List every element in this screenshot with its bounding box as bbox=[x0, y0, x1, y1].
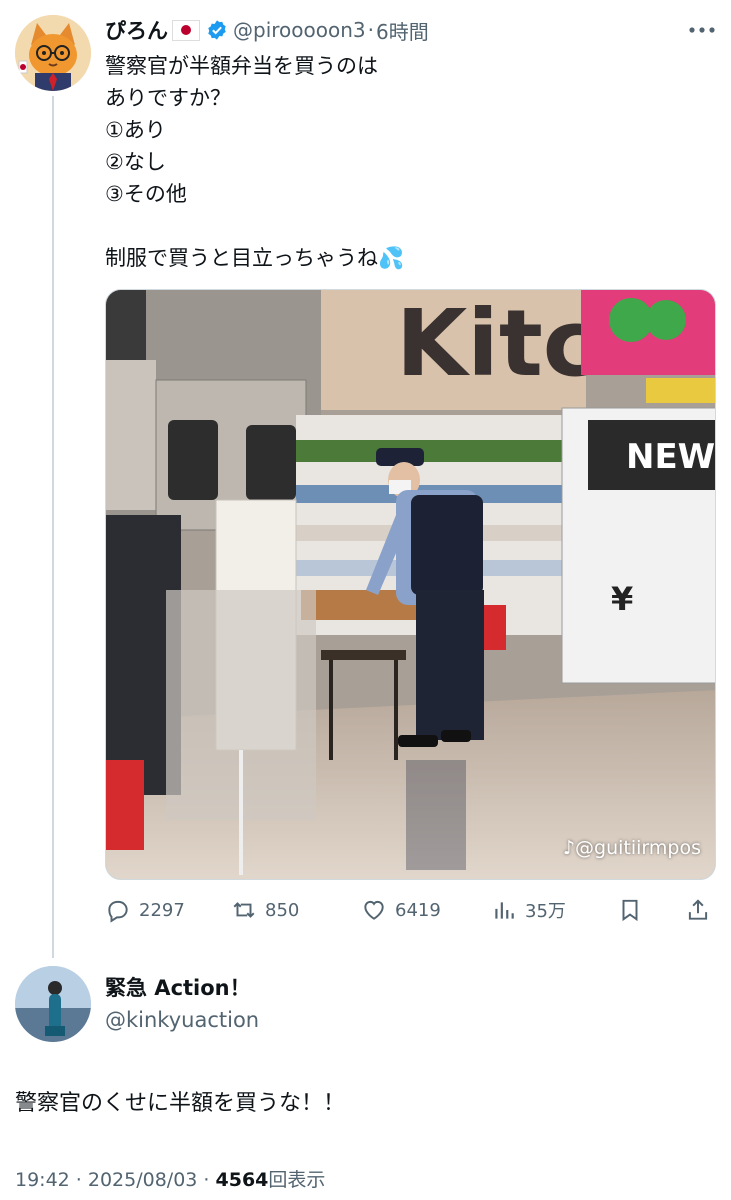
tweet-line: 警察官が半額弁当を買うのは bbox=[105, 54, 378, 78]
reply-handle[interactable]: @kinkyuaction bbox=[105, 1004, 259, 1036]
thread-connector-line bbox=[52, 96, 54, 958]
reply-count: 2297 bbox=[139, 899, 185, 921]
tweet-line: ③その他 bbox=[105, 182, 187, 206]
header-separator: · bbox=[367, 18, 374, 42]
bookmark-button[interactable] bbox=[617, 892, 651, 928]
author-avatar[interactable] bbox=[15, 15, 91, 91]
person-avatar-icon bbox=[15, 966, 91, 1042]
views-count: 35万 bbox=[525, 901, 566, 922]
share-icon bbox=[688, 899, 708, 920]
views-label: 回表示 bbox=[268, 1169, 326, 1191]
tweet-line: ②なし bbox=[105, 150, 166, 174]
watermark-text: @guitiirmpos bbox=[575, 837, 701, 859]
post-timestamp[interactable]: 19:42 · 2025/08/03 · bbox=[15, 1169, 209, 1191]
tweet-text: 警察官が半額弁当を買うのは ありですか？ ①あり ②なし ③その他 制服で買うと… bbox=[105, 50, 705, 274]
cat-avatar-icon bbox=[15, 15, 91, 91]
price-symbol-text: ¥ bbox=[611, 580, 633, 618]
reply-text: 警察官のくせに半額を買うな！！ bbox=[15, 1091, 346, 1116]
tweet-line bbox=[105, 210, 705, 242]
tiktok-icon: ♪ bbox=[562, 837, 576, 859]
tweet-header: ぴろん @pirooooon3 · 6時間 bbox=[105, 12, 429, 48]
views-chart-icon bbox=[495, 902, 514, 919]
bookmark-icon bbox=[622, 899, 638, 922]
media-watermark: ♪@guitiirmpos bbox=[563, 837, 701, 859]
author-display-name[interactable]: ぴろん bbox=[105, 15, 168, 45]
tweet-line: 制服で買うと目立っちゃうね💦 bbox=[105, 246, 405, 270]
verified-badge-icon bbox=[208, 20, 226, 40]
supermarket-photo: Kitc NEW ¥ bbox=[106, 290, 715, 879]
new-sign-text: NEW bbox=[626, 437, 715, 477]
views-button[interactable]: 35万 bbox=[491, 892, 566, 928]
tweet-action-bar: 2297 850 6419 35万 bbox=[105, 892, 720, 928]
reply-author-avatar[interactable] bbox=[15, 966, 91, 1042]
author-handle[interactable]: @pirooooon3 bbox=[233, 18, 366, 42]
heart-icon bbox=[364, 900, 384, 920]
shop-sign-text: Kitc bbox=[396, 290, 597, 397]
retweet-button[interactable]: 850 bbox=[231, 892, 299, 928]
views-total: 4564 bbox=[215, 1169, 269, 1191]
japan-flag-icon bbox=[172, 19, 200, 41]
reply-button[interactable]: 2297 bbox=[105, 892, 185, 928]
more-options-icon[interactable] bbox=[682, 18, 722, 42]
retweet-icon bbox=[233, 902, 255, 918]
like-count: 6419 bbox=[395, 899, 441, 921]
retweet-count: 850 bbox=[265, 899, 300, 921]
share-button[interactable] bbox=[685, 892, 719, 928]
reply-author-info: 緊急 Action！ @kinkyuaction bbox=[105, 972, 259, 1036]
like-button[interactable]: 6419 bbox=[361, 892, 441, 928]
reply-icon bbox=[108, 900, 128, 923]
tweet-timestamp[interactable]: 6時間 bbox=[376, 16, 429, 45]
reply-display-name[interactable]: 緊急 Action！ bbox=[105, 972, 259, 1004]
tweet-line: ありですか？ bbox=[105, 86, 231, 110]
tweet-footer-meta: 19:42 · 2025/08/03 · 4564回表示 bbox=[15, 1164, 325, 1196]
tweet-line: ①あり bbox=[105, 118, 166, 142]
tweet-media-photo[interactable]: Kitc NEW ¥ ♪@guitiirmpos bbox=[105, 289, 716, 880]
